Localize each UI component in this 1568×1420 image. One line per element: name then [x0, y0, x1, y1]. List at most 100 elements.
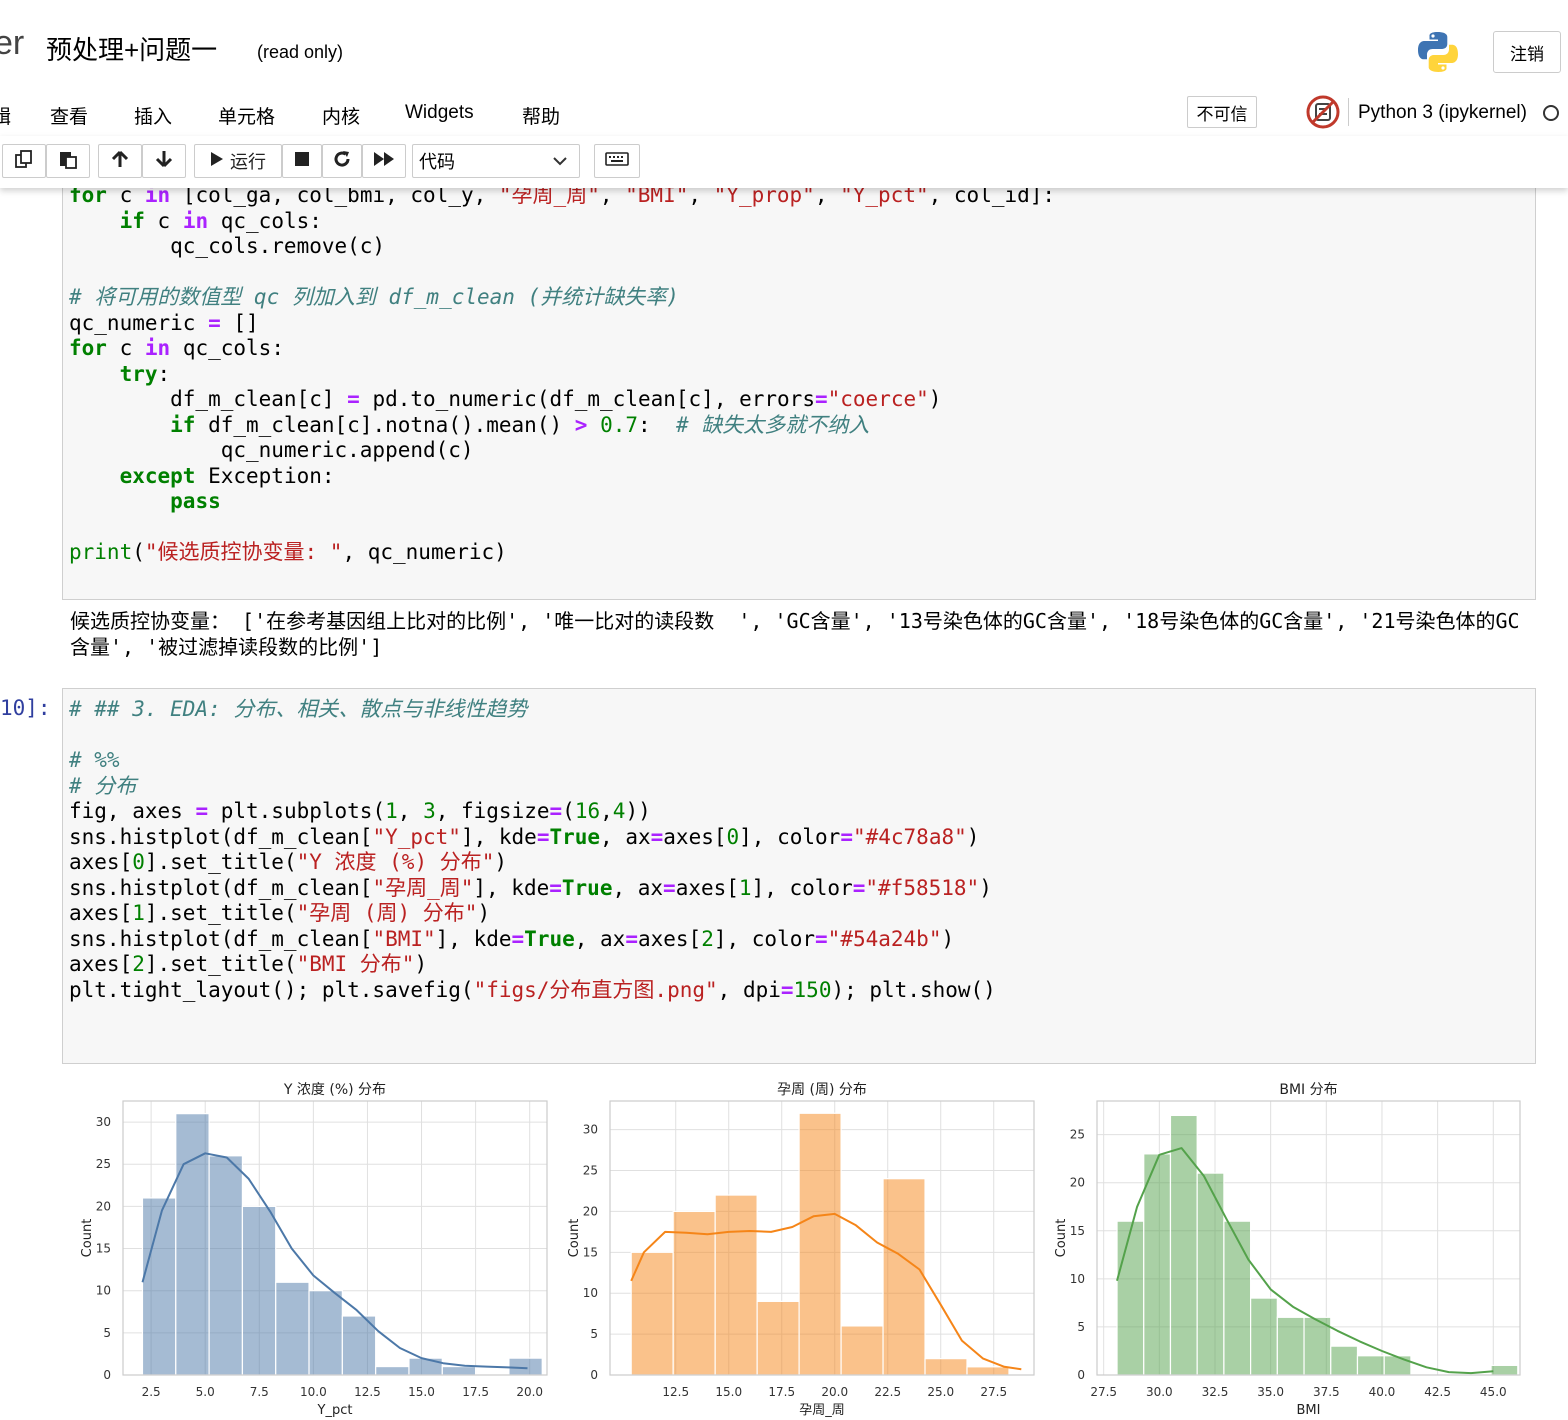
y-tick-label: 10: [1070, 1272, 1085, 1286]
x-axis-label: 孕周_周: [799, 1403, 845, 1418]
x-tick-label: 17.5: [462, 1385, 489, 1399]
move-up-button[interactable]: [98, 144, 142, 178]
move-down-button[interactable]: [142, 144, 186, 178]
copy-button[interactable]: [2, 144, 46, 178]
run-button[interactable]: 运行: [194, 144, 282, 178]
histogram-bar: [1116, 1220, 1145, 1376]
read-only-label: (read only): [257, 42, 344, 62]
menu-widgets[interactable]: Widgets: [405, 102, 474, 124]
histogram-bar: [1169, 1114, 1198, 1376]
command-palette-button[interactable]: [594, 144, 640, 178]
paste-icon: [58, 149, 78, 174]
x-tick-label: 32.5: [1202, 1385, 1229, 1399]
kernel-status-indicator: [1543, 105, 1559, 121]
y-tick-label: 15: [1070, 1224, 1085, 1238]
y-tick-label: 0: [103, 1368, 111, 1382]
x-tick-label: 40.0: [1369, 1385, 1396, 1399]
not-trusted-button[interactable]: 不可信: [1187, 96, 1257, 128]
code-cell-input[interactable]: for c in [col_ga, col_bmi, col_y, "孕周_周"…: [62, 188, 1536, 600]
cell-output-text: 候选质控协变量： ['在参考基因组上比对的比例', '唯一比对的读段数 ', '…: [70, 609, 1520, 659]
chart-title: Y 浓度 (%) 分布: [283, 1082, 386, 1098]
histogram-bar: [408, 1357, 443, 1376]
menu-edit[interactable]: 辑: [0, 102, 11, 129]
y-axis-label: Count: [80, 1219, 95, 1258]
fast-forward-icon: [373, 151, 395, 172]
histogram-bar: [1196, 1172, 1225, 1376]
x-axis-label: Y_pct: [317, 1403, 353, 1418]
python-logo-icon: [1416, 30, 1460, 79]
keyboard-icon: [605, 151, 629, 172]
code-cell-input[interactable]: # ## 3. EDA: 分布、相关、散点与非线性趋势 # %% # 分布 fi…: [62, 688, 1536, 1064]
y-tick-label: 5: [103, 1326, 111, 1340]
interrupt-button[interactable]: [282, 144, 322, 178]
histogram-bar: [1223, 1220, 1252, 1376]
y-axis-label: Count: [567, 1219, 582, 1258]
histogram-bar: [275, 1281, 310, 1376]
notebook-title[interactable]: 预处理+问题一: [46, 30, 217, 67]
copy-icon: [14, 149, 34, 174]
histogram-bar: [1250, 1297, 1278, 1376]
menu-insert[interactable]: 插入: [134, 102, 172, 129]
menu-help[interactable]: 帮助: [522, 102, 560, 129]
histogram-bar: [630, 1251, 674, 1376]
y-axis-label: Count: [1054, 1219, 1069, 1258]
logout-button[interactable]: 注销: [1493, 31, 1561, 73]
y-tick-label: 5: [1077, 1320, 1085, 1334]
jupyter-logo[interactable]: er: [0, 24, 24, 63]
histogram-bar: [714, 1194, 758, 1376]
x-tick-label: 15.0: [408, 1385, 435, 1399]
x-tick-label: 25.0: [927, 1385, 954, 1399]
x-tick-label: 10.0: [300, 1385, 327, 1399]
stop-icon: [294, 151, 310, 172]
histogram-bar: [966, 1366, 1010, 1376]
x-tick-label: 7.5: [250, 1385, 269, 1399]
histogram-bar: [756, 1300, 800, 1376]
kernel-not-trusted-icon: [1306, 95, 1340, 134]
histogram-bar: [441, 1365, 477, 1376]
y-tick-label: 10: [583, 1286, 598, 1300]
menu-bar: 辑 查看 插入 单元格 内核 Widgets 帮助 不可信 Python 3 (…: [0, 90, 1568, 137]
restart-icon: [332, 149, 352, 174]
histogram-bar: [1330, 1345, 1359, 1376]
paste-button[interactable]: [46, 144, 90, 178]
header: er 预处理+问题一 (read only) 注销: [0, 0, 1568, 91]
cell-type-select[interactable]: 代码: [412, 144, 580, 178]
kernel-name[interactable]: Python 3 (ipykernel): [1358, 102, 1527, 124]
histogram-bar: [241, 1205, 277, 1376]
histogram-bar: [840, 1325, 884, 1376]
y-tick-label: 15: [96, 1242, 111, 1256]
arrow-up-icon: [110, 149, 130, 174]
code-editor: # ## 3. EDA: 分布、相关、散点与非线性趋势 # %% # 分布 fi…: [69, 697, 996, 1002]
code-editor: for c in [col_ga, col_bmi, col_y, "孕周_周"…: [69, 188, 1056, 564]
kernel-separator: [1348, 98, 1349, 126]
y-tick-label: 0: [1077, 1368, 1085, 1382]
y-tick-label: 15: [583, 1245, 598, 1259]
x-tick-label: 15.0: [715, 1385, 742, 1399]
menu-view[interactable]: 查看: [50, 102, 88, 129]
y-tick-label: 30: [96, 1115, 111, 1129]
arrow-down-icon: [154, 149, 174, 174]
run-all-button[interactable]: [362, 144, 406, 178]
chart-title: 孕周 (周) 分布: [777, 1082, 867, 1098]
x-tick-label: 2.5: [142, 1385, 161, 1399]
histogram-bar: [508, 1357, 543, 1376]
histogram-bar: [375, 1365, 410, 1376]
cell-prompt: 10]:: [0, 696, 51, 720]
menu-cell[interactable]: 单元格: [218, 102, 275, 129]
histogram-bar: [1356, 1355, 1385, 1376]
y-tick-label: 20: [96, 1199, 111, 1213]
restart-button[interactable]: [322, 144, 362, 178]
toolbar: 运行 代码: [0, 136, 1568, 188]
y-tick-label: 10: [96, 1284, 111, 1298]
menu-kernel[interactable]: 内核: [322, 102, 360, 129]
chart-title: BMI 分布: [1279, 1082, 1337, 1098]
x-tick-label: 27.5: [980, 1385, 1007, 1399]
x-tick-label: 20.0: [516, 1385, 543, 1399]
y-tick-label: 20: [1070, 1176, 1085, 1190]
play-icon: [210, 151, 224, 172]
y-tick-label: 0: [590, 1368, 598, 1382]
histogram-bar: [798, 1112, 842, 1376]
y-tick-label: 25: [1070, 1128, 1085, 1142]
x-tick-label: 45.0: [1480, 1385, 1507, 1399]
histogram-bar: [1143, 1153, 1172, 1376]
